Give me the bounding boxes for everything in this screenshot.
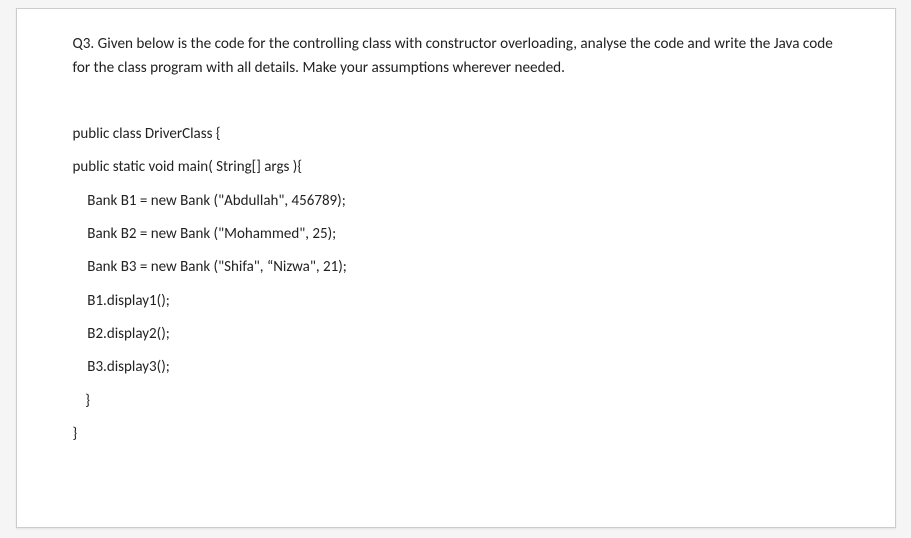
code-line: } xyxy=(73,418,839,451)
document-page: Q3. Given below is the code for the cont… xyxy=(16,8,896,528)
code-block: public class DriverClass { public static… xyxy=(73,118,839,451)
code-line: Bank B1 = new Bank ("Abdullah", 456789); xyxy=(73,185,839,218)
code-line: } xyxy=(73,385,839,418)
code-line: public static void main( String[] args )… xyxy=(73,151,839,184)
code-line: public class DriverClass { xyxy=(73,118,839,151)
code-line: Bank B2 = new Bank ("Mohammed", 25); xyxy=(73,218,839,251)
code-line: B1.display1(); xyxy=(73,285,839,318)
code-line: B2.display2(); xyxy=(73,318,839,351)
code-line: Bank B3 = new Bank ("Shifa", “Nizwa", 21… xyxy=(73,251,839,284)
code-line: B3.display3(); xyxy=(73,351,839,384)
question-prompt: Q3. Given below is the code for the cont… xyxy=(73,33,839,80)
